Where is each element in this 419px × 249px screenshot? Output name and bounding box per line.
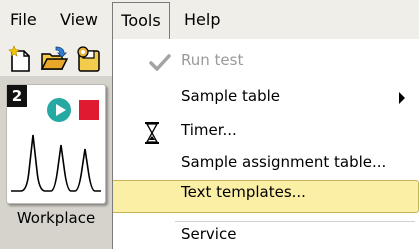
workplace-label: Workplace [16, 209, 96, 227]
menu-tools[interactable]: Tools [112, 2, 170, 39]
menu-separator [175, 221, 415, 222]
menu-item-timer[interactable]: Timer... [113, 119, 419, 145]
menu-help[interactable]: Help [184, 0, 220, 39]
chromatogram-icon [11, 134, 101, 192]
menu-file[interactable]: File [10, 0, 37, 39]
menu-item-label: Service [181, 225, 237, 243]
open-folder-icon[interactable] [40, 45, 68, 73]
menu-item-sample-assignment-table[interactable]: Sample assignment table... [113, 151, 419, 179]
new-file-icon[interactable] [6, 45, 34, 73]
workplace-tile[interactable]: 2 [6, 84, 106, 204]
workplace-number-badge: 2 [7, 85, 27, 107]
menu-view[interactable]: View [60, 0, 98, 39]
play-icon[interactable] [47, 98, 71, 122]
menu-item-label: Text templates... [181, 183, 306, 201]
menu-item-label: Sample assignment table... [181, 153, 387, 171]
menu-item-text-templates[interactable]: Text templates... [113, 180, 419, 213]
stop-icon[interactable] [79, 100, 99, 120]
save-icon[interactable] [74, 45, 102, 73]
left-panel: 2 Workplace [0, 76, 112, 249]
tools-dropdown-menu: Run test Sample table Timer... Sample as… [112, 39, 419, 249]
submenu-arrow-icon [399, 92, 405, 104]
menu-item-label: Sample table [181, 87, 281, 105]
menu-item-label: Timer... [181, 121, 237, 139]
menu-item-sample-table[interactable]: Sample table [113, 85, 419, 111]
menu-item-label: Run test [181, 51, 244, 69]
menu-item-run-test[interactable]: Run test [113, 49, 419, 75]
check-icon [149, 54, 171, 71]
hourglass-icon [145, 122, 159, 144]
toolbar [0, 40, 112, 76]
menu-bar: File View Tools Help [0, 0, 419, 39]
menu-item-service[interactable]: Service [113, 225, 419, 249]
